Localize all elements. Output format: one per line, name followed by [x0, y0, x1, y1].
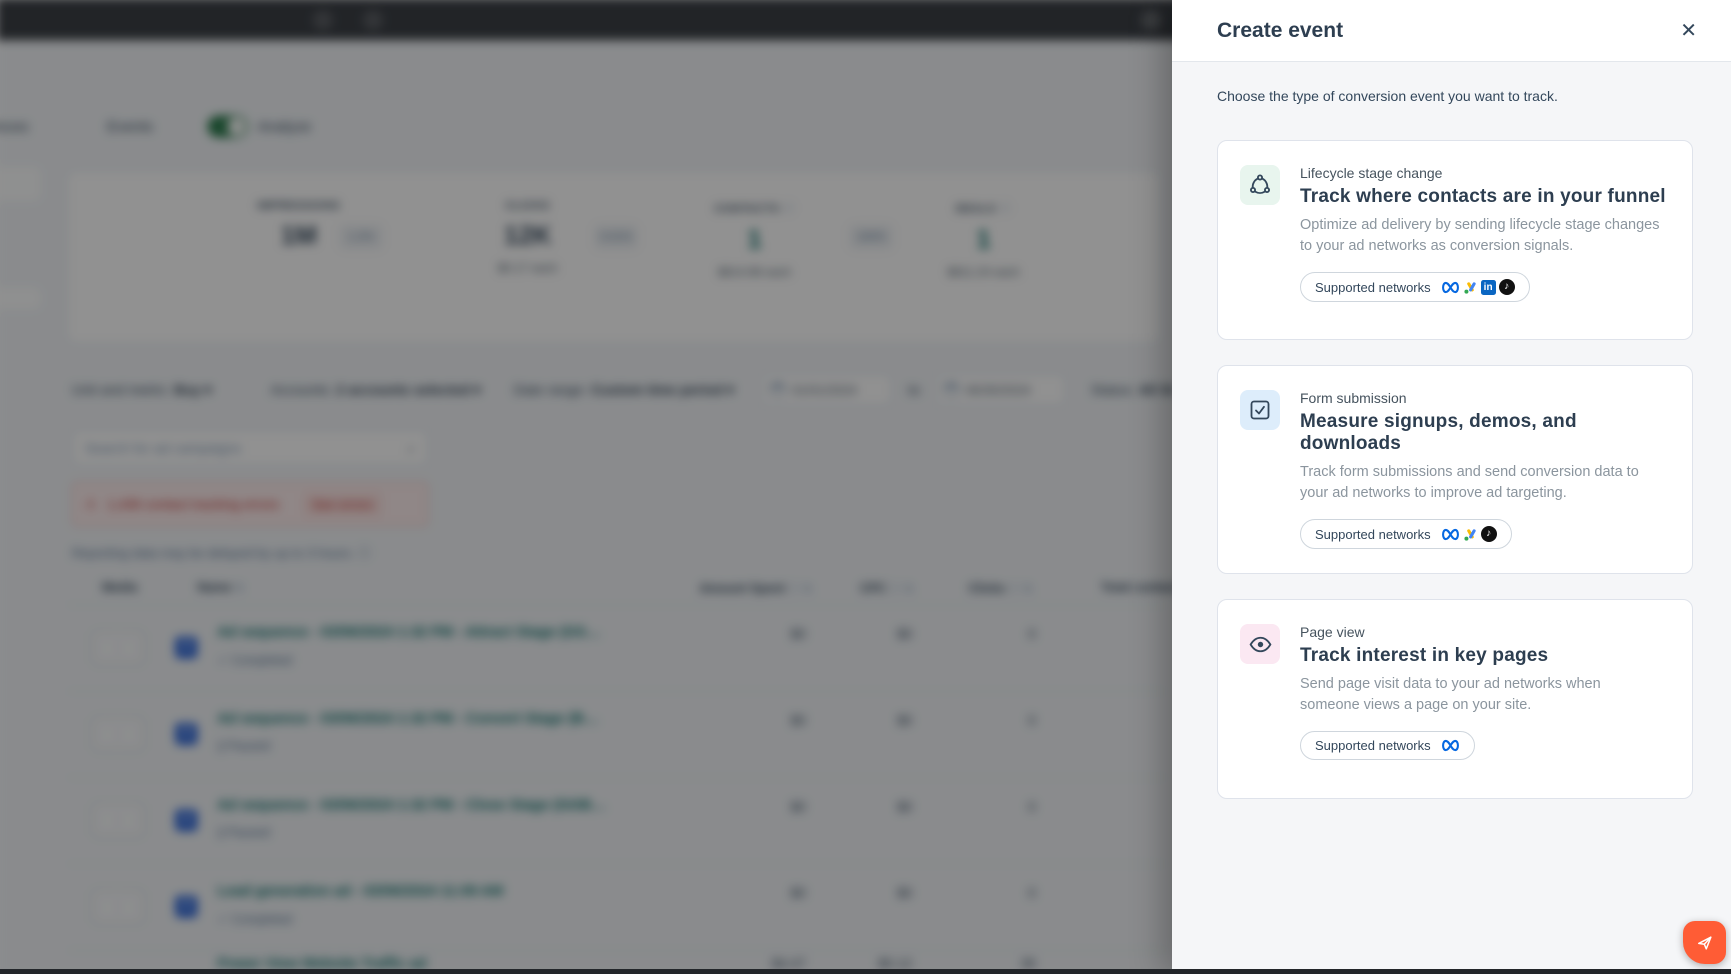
card-description: Track form submissions and send conversi…	[1300, 462, 1660, 504]
network-icons: ♪	[1441, 526, 1497, 542]
supported-networks-badge: Supported networks in ♪	[1300, 272, 1530, 302]
card-description: Send page visit data to your ad networks…	[1300, 674, 1660, 716]
card-lifecycle-stage-change[interactable]: Lifecycle stage change Track where conta…	[1217, 140, 1693, 340]
help-widget-button[interactable]	[1683, 921, 1726, 964]
card-title: Measure signups, demos, and downloads	[1300, 411, 1670, 455]
panel-body: Choose the type of conversion event you …	[1172, 62, 1731, 799]
linkedin-icon: in	[1481, 280, 1496, 295]
panel-title: Create event	[1217, 19, 1343, 43]
meta-icon	[1441, 281, 1460, 294]
card-content: Form submission Measure signups, demos, …	[1300, 390, 1670, 549]
google-ads-icon	[1463, 280, 1478, 295]
card-label: Lifecycle stage change	[1300, 165, 1666, 181]
form-checkbox-icon	[1240, 390, 1280, 430]
card-label: Form submission	[1300, 390, 1670, 406]
card-form-submission[interactable]: Form submission Measure signups, demos, …	[1217, 365, 1693, 574]
event-type-cards: Lifecycle stage change Track where conta…	[1217, 140, 1693, 799]
network-icons	[1441, 739, 1460, 752]
lifecycle-icon	[1240, 165, 1280, 205]
meta-icon	[1441, 739, 1460, 752]
tiktok-icon: ♪	[1481, 526, 1497, 542]
screen-bottom-edge	[0, 969, 1731, 974]
card-label: Page view	[1300, 624, 1660, 640]
panel-subtitle: Choose the type of conversion event you …	[1217, 88, 1693, 104]
card-description: Optimize ad delivery by sending lifecycl…	[1300, 215, 1660, 257]
card-content: Page view Track interest in key pages Se…	[1300, 624, 1660, 774]
panel-header: Create event ✕	[1172, 0, 1731, 62]
tiktok-icon: ♪	[1499, 279, 1515, 295]
create-event-panel: Create event ✕ Choose the type of conver…	[1172, 0, 1731, 974]
network-icons: in ♪	[1441, 279, 1515, 295]
supported-networks-badge: Supported networks	[1300, 731, 1475, 760]
card-content: Lifecycle stage change Track where conta…	[1300, 165, 1666, 315]
card-title: Track interest in key pages	[1300, 645, 1660, 667]
eye-icon	[1240, 624, 1280, 664]
card-page-view[interactable]: Page view Track interest in key pages Se…	[1217, 599, 1693, 799]
send-icon	[1695, 933, 1715, 953]
supported-networks-badge: Supported networks ♪	[1300, 519, 1512, 549]
meta-icon	[1441, 528, 1460, 541]
google-ads-icon	[1463, 527, 1478, 542]
card-title: Track where contacts are in your funnel	[1300, 186, 1666, 208]
close-icon[interactable]: ✕	[1676, 17, 1701, 45]
